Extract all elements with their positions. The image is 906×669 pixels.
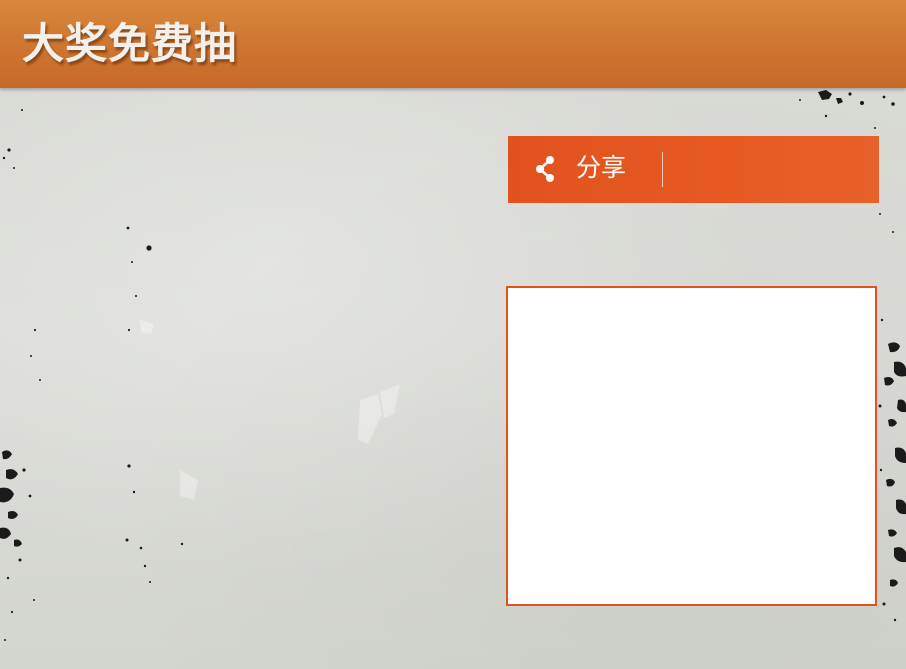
share-button[interactable]	[508, 136, 879, 203]
page-title: 大奖免费抽	[22, 19, 238, 68]
content-panel	[506, 286, 877, 606]
share-icon[interactable]	[534, 155, 558, 183]
share-label[interactable]: 分享	[576, 150, 626, 186]
page-background: 大奖免费抽 分享	[0, 0, 906, 669]
share-divider	[662, 152, 663, 187]
header-bar: 大奖免费抽	[0, 0, 906, 88]
